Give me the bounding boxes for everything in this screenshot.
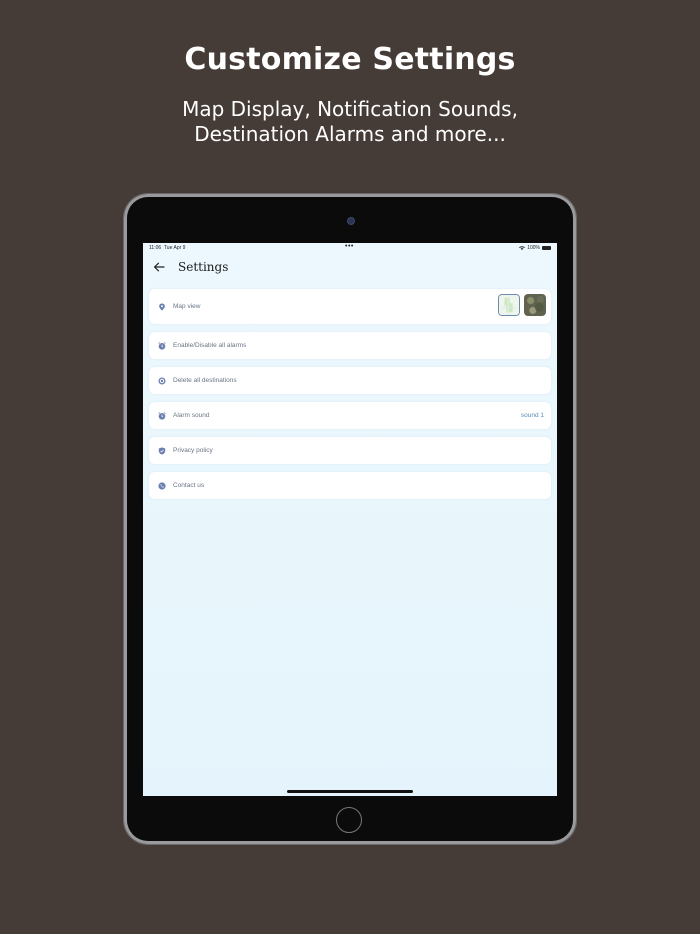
multitask-dots[interactable]: ••• [345, 243, 354, 250]
arrow-left-icon[interactable] [153, 261, 165, 273]
status-right: 100% [519, 245, 551, 251]
setting-map-view: Map view [149, 289, 551, 324]
location-pin-icon [158, 303, 166, 311]
alarm-sound-value[interactable]: sound 1 [521, 412, 544, 419]
app-screen: 11:06 Tue Apr 9 ••• 100% Settings Map vi… [143, 243, 557, 796]
setting-alarms[interactable]: Enable/Disable all alarms [149, 332, 551, 359]
setting-alarm-sound[interactable]: Alarm sound sound 1 [149, 402, 551, 429]
setting-map-view-label: Map view [173, 303, 201, 310]
map-standard-icon [499, 295, 519, 315]
settings-list: Map view Enable/Disable all alarms Delet… [149, 289, 551, 507]
status-bar: 11:06 Tue Apr 9 ••• 100% [143, 243, 557, 253]
status-time: 11:06 Tue Apr 9 [149, 245, 185, 251]
phone-icon [158, 481, 166, 490]
map-option-satellite[interactable] [524, 294, 546, 316]
battery-icon [542, 246, 551, 250]
promo-subline: Map Display, Notification Sounds, Destin… [0, 97, 700, 147]
setting-alarms-label: Enable/Disable all alarms [173, 342, 247, 349]
home-button[interactable] [336, 807, 362, 833]
setting-destinations[interactable]: Delete all destinations [149, 367, 551, 394]
front-camera [347, 217, 355, 225]
page-title: Settings [178, 260, 229, 274]
wifi-icon [519, 246, 526, 250]
shield-icon [158, 446, 166, 455]
target-icon [158, 377, 166, 385]
setting-destinations-label: Delete all destinations [173, 377, 237, 384]
battery-percent: 100% [527, 245, 540, 251]
map-option-standard[interactable] [498, 294, 520, 316]
status-time-value: 11:06 [149, 245, 162, 251]
setting-privacy-label: Privacy policy [173, 447, 213, 454]
promo-headline: Customize Settings [184, 42, 516, 77]
map-view-options [498, 294, 546, 316]
app-bar: Settings [143, 257, 557, 279]
promo-subline-line-2: Destination Alarms and more... [194, 122, 506, 146]
alarm-icon [158, 411, 166, 420]
setting-contact-label: Contact us [173, 482, 205, 489]
alarm-icon [158, 341, 166, 350]
home-indicator[interactable] [287, 790, 413, 793]
setting-privacy[interactable]: Privacy policy [149, 437, 551, 464]
setting-alarm-sound-label: Alarm sound [173, 412, 210, 419]
status-date: Tue Apr 9 [163, 245, 186, 251]
promo-subline-line-1: Map Display, Notification Sounds, [182, 97, 518, 121]
setting-contact[interactable]: Contact us [149, 472, 551, 499]
